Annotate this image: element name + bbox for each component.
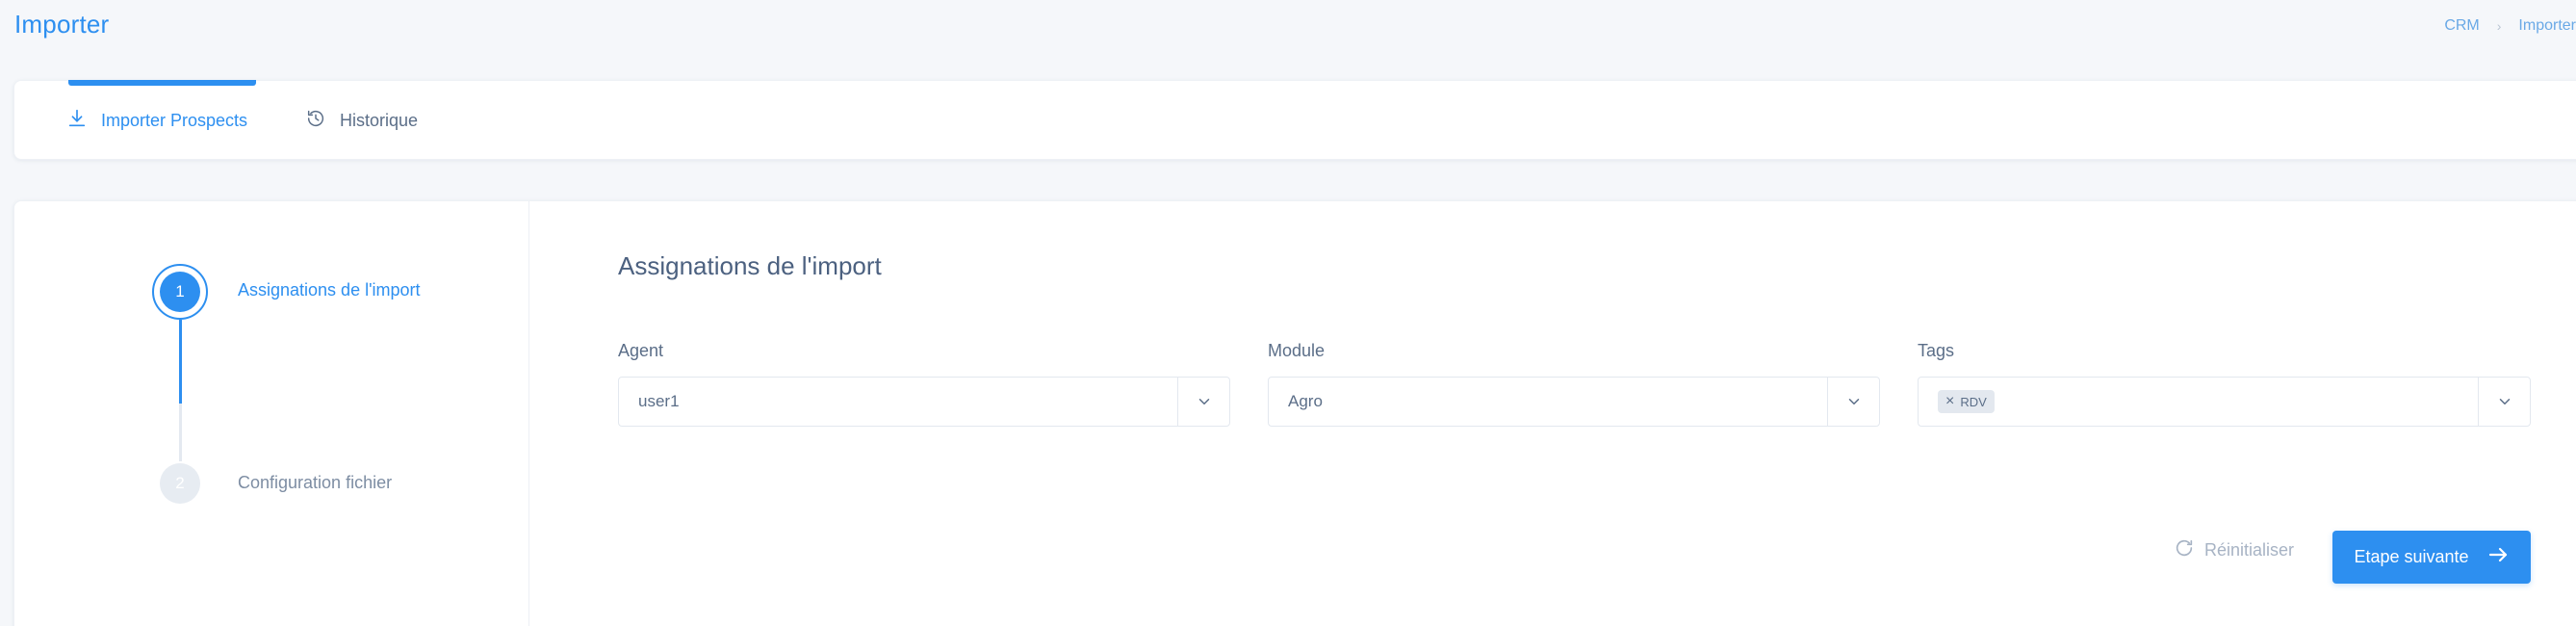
tags-select[interactable]: × RDV <box>1918 377 2531 427</box>
chevron-down-icon[interactable] <box>2478 378 2530 426</box>
refresh-icon <box>2174 537 2195 563</box>
breadcrumb-item-crm[interactable]: CRM <box>2444 17 2479 35</box>
tab-label: Historique <box>340 111 419 130</box>
module-value: Agro <box>1288 392 1323 410</box>
page-title: Importer <box>14 10 110 39</box>
remove-tag-icon[interactable]: × <box>1945 394 1954 409</box>
form-title: Assignations de l'import <box>618 251 882 280</box>
tags-value-area[interactable]: × RDV <box>1919 390 2478 413</box>
reset-label: Réinitialiser <box>2204 539 2295 560</box>
next-step-button[interactable]: Etape suivante <box>2332 531 2531 584</box>
history-icon <box>305 108 326 134</box>
step-progress-line <box>179 320 182 404</box>
module-select[interactable]: Agro <box>1268 377 1880 427</box>
agent-select[interactable]: user1 <box>618 377 1230 427</box>
next-step-label: Etape suivante <box>2354 547 2469 566</box>
tab-label: Importer Prospects <box>101 111 248 130</box>
chevron-right-icon: › <box>2496 18 2502 34</box>
chevron-down-icon[interactable] <box>1827 378 1879 426</box>
arrow-right-icon <box>2486 543 2510 571</box>
agent-value: user1 <box>638 392 680 410</box>
chevron-down-icon[interactable] <box>1177 378 1229 426</box>
reset-button[interactable]: Réinitialiser <box>2174 531 2294 569</box>
agent-label: Agent <box>618 341 664 360</box>
step-1-number[interactable]: 1 <box>160 272 200 312</box>
importer-page: Importer CRM › Importer Importer Prospec… <box>0 0 2576 626</box>
step-remaining-line <box>179 404 182 461</box>
tag-chip: × RDV <box>1938 390 1995 413</box>
tag-chip-label: RDV <box>1960 394 1987 409</box>
breadcrumb-item-importer: Importer <box>2518 17 2576 34</box>
import-wizard-card: 1 2 Assignations de l'import Configurati… <box>13 200 2576 626</box>
step-2-number[interactable]: 2 <box>160 463 200 504</box>
tab-importer-prospects[interactable]: Importer Prospects <box>66 81 247 161</box>
download-icon <box>66 108 88 134</box>
module-label: Module <box>1268 341 1326 360</box>
step-2-label[interactable]: Configuration fichier <box>238 473 392 493</box>
step-1-label[interactable]: Assignations de l'import <box>238 280 421 300</box>
breadcrumb: CRM › Importer <box>2444 17 2576 35</box>
tab-historique[interactable]: Historique <box>305 81 418 161</box>
tags-label: Tags <box>1918 341 1955 360</box>
wizard-stepper: 1 2 Assignations de l'import Configurati… <box>14 201 529 626</box>
tabs-bar: Importer Prospects Historique <box>13 80 2576 160</box>
